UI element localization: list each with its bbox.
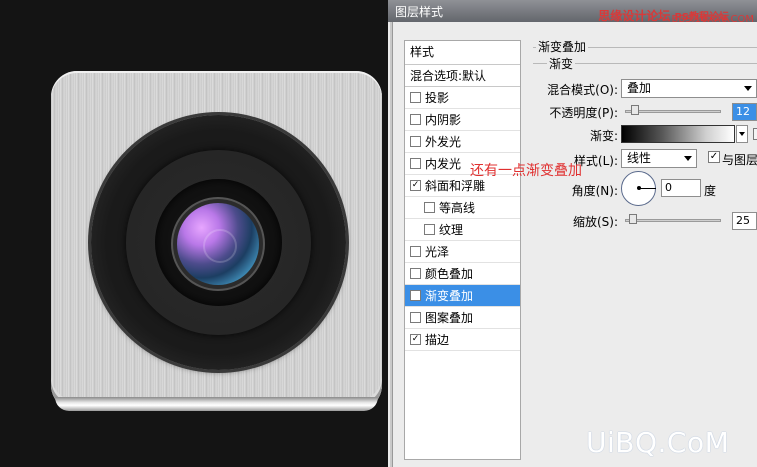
style-item[interactable]: 颜色叠加: [405, 263, 520, 285]
style-item[interactable]: 等高线: [405, 197, 520, 219]
opacity-slider-track[interactable]: [625, 110, 721, 113]
document-canvas: [0, 0, 388, 467]
angle-dial[interactable]: [621, 171, 656, 206]
style-checkbox[interactable]: [410, 246, 421, 257]
align-with-layer-label: 与图层: [722, 153, 757, 167]
style-item-label: 渐变叠加: [425, 289, 474, 303]
dialog-title: 图层样式: [395, 5, 444, 19]
scale-slider-thumb[interactable]: [629, 214, 637, 224]
style-item-label: 颜色叠加: [425, 267, 474, 281]
style-item[interactable]: 纹理: [405, 219, 520, 241]
styles-header[interactable]: 样式: [405, 41, 520, 65]
angle-dial-center: [637, 186, 641, 190]
angle-input[interactable]: 0: [661, 179, 701, 197]
gradient-style-select[interactable]: 线性: [621, 149, 697, 168]
angle-label: 角度(N):: [571, 184, 618, 198]
style-checkbox[interactable]: [410, 136, 421, 147]
style-items: 投影 内阴影 外发光 内发光 ✓ 斜面和浮雕 等高线 纹理 光泽 颜色叠加 ✓ 渐变叠加 图案叠加 ✓ 描边: [405, 87, 520, 351]
scale-input[interactable]: 25: [732, 212, 757, 230]
style-checkbox[interactable]: [424, 202, 435, 213]
style-item-label: 等高线: [439, 201, 476, 215]
style-item[interactable]: 光泽: [405, 241, 520, 263]
gradient-overlay-pane: 渐变叠加 渐变 混合模式(O): 叠加 不透明度(P): 12 渐变: 样式(L…: [533, 38, 757, 460]
style-item-label: 内阴影: [425, 113, 462, 127]
style-item-label: 图案叠加: [425, 311, 474, 325]
icon-bottom-bevel: [55, 397, 378, 411]
style-checkbox[interactable]: [410, 268, 421, 279]
tutorial-annotation: 还有一点渐变叠加: [470, 163, 582, 179]
section-title: 渐变叠加: [536, 38, 589, 55]
scale-slider-track[interactable]: [625, 219, 721, 222]
style-checkbox[interactable]: [424, 224, 435, 235]
style-checkbox[interactable]: [410, 158, 421, 169]
style-item[interactable]: 外发光: [405, 131, 520, 153]
brand-watermark: UiBQ.CoM: [586, 426, 730, 459]
chevron-down-icon: [684, 156, 692, 161]
style-checkbox[interactable]: ✓: [410, 290, 421, 301]
style-checkbox[interactable]: [410, 92, 421, 103]
align-with-layer-checkbox[interactable]: ✓: [708, 151, 720, 163]
opacity-label: 不透明度(P):: [549, 106, 618, 120]
opacity-input[interactable]: 12: [732, 103, 757, 121]
blend-mode-value: 叠加: [627, 81, 652, 95]
style-item[interactable]: 投影: [405, 87, 520, 109]
style-item-label: 纹理: [439, 223, 464, 237]
style-item-label: 光泽: [425, 245, 450, 259]
style-item[interactable]: ✓ 描边: [405, 329, 520, 351]
layer-style-dialog: 图层样式 思缘设计论坛 PS教程论坛 BBS.16XX8.COM 样式 混合选项…: [388, 0, 757, 467]
reverse-checkbox[interactable]: [753, 128, 757, 140]
style-item-label: 投影: [425, 91, 450, 105]
watermark-url: BBS.16XX8.COM: [671, 14, 754, 25]
gradient-dropdown-button[interactable]: [736, 125, 748, 143]
angle-unit: 度: [704, 184, 717, 198]
styles-list: 样式 混合选项:默认 投影 内阴影 外发光 内发光 ✓ 斜面和浮雕 等高线 纹理 光泽 颜色叠加 ✓…: [404, 40, 521, 460]
style-item[interactable]: 内阴影: [405, 109, 520, 131]
opacity-slider-thumb[interactable]: [631, 105, 639, 115]
screenshot-root: 图层样式 思缘设计论坛 PS教程论坛 BBS.16XX8.COM 样式 混合选项…: [0, 0, 757, 467]
gradient-label: 渐变:: [589, 129, 618, 143]
style-item[interactable]: 图案叠加: [405, 307, 520, 329]
style-item-label: 外发光: [425, 135, 462, 149]
style-checkbox[interactable]: ✓: [410, 334, 421, 345]
style-checkbox[interactable]: [410, 114, 421, 125]
dialog-title-bar[interactable]: 图层样式 思缘设计论坛 PS教程论坛 BBS.16XX8.COM: [388, 0, 757, 25]
scale-label: 缩放(S):: [572, 215, 618, 229]
gradient-preview[interactable]: [621, 125, 735, 143]
chevron-down-icon: [744, 86, 752, 91]
style-item-label: 内发光: [425, 157, 462, 171]
angle-needle: [639, 188, 656, 189]
style-checkbox[interactable]: ✓: [410, 180, 421, 191]
style-item-label: 描边: [425, 333, 450, 347]
dialog-left-edge: [390, 22, 393, 467]
blend-options-default[interactable]: 混合选项:默认: [405, 65, 520, 87]
style-item[interactable]: ✓ 渐变叠加: [405, 285, 520, 307]
subsection-title: 渐变: [547, 55, 576, 72]
gradient-style-value: 线性: [627, 151, 652, 165]
blend-mode-label: 混合模式(O):: [547, 83, 618, 97]
style-checkbox[interactable]: [410, 312, 421, 323]
blend-mode-select[interactable]: 叠加: [621, 79, 757, 98]
lens-glass: [177, 203, 259, 285]
